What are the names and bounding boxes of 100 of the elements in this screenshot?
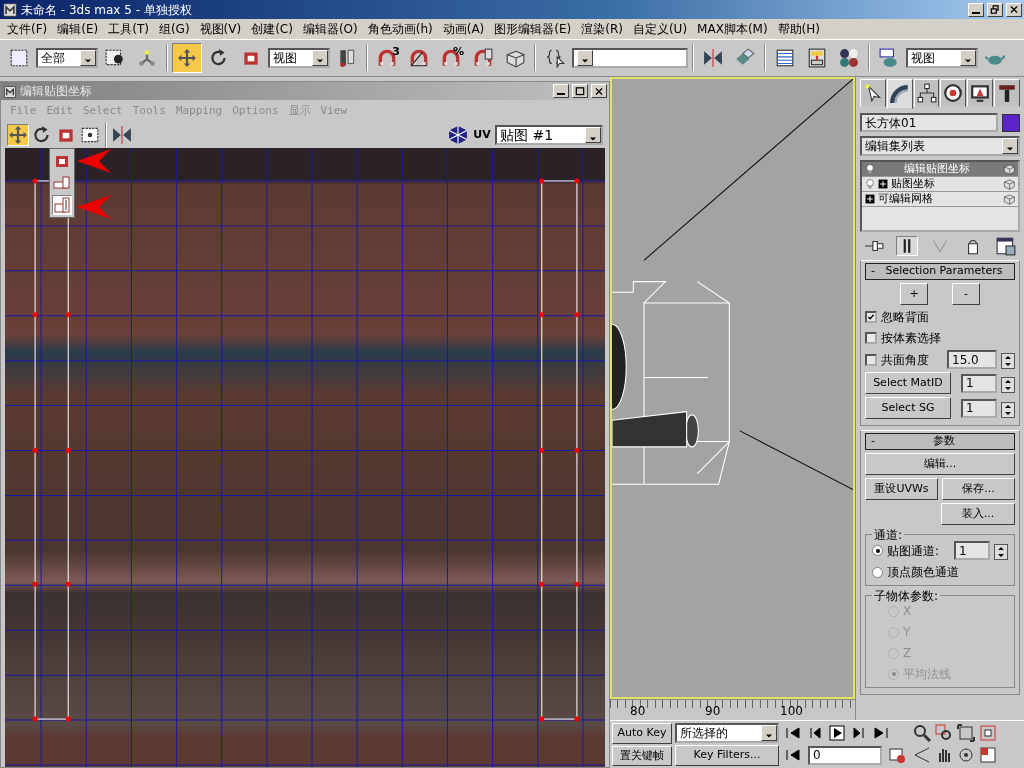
play-button[interactable] — [826, 723, 848, 743]
menu-item[interactable]: 动画(A) — [437, 20, 490, 38]
mirror-button[interactable] — [111, 124, 133, 146]
menu-item[interactable]: 文件(F) — [2, 20, 53, 38]
create-tab[interactable] — [860, 79, 886, 107]
maximize-viewport-button[interactable] — [977, 745, 999, 765]
menu-item[interactable]: 自定义(U) — [627, 20, 693, 38]
rollout-header[interactable]: - Selection Parameters — [865, 263, 1015, 280]
menu-item[interactable]: 编辑(E) — [52, 20, 104, 38]
reset-button[interactable]: 重设UVWs — [865, 478, 938, 500]
snap-button[interactable]: 3 — [372, 43, 402, 73]
hierarchy-tab[interactable] — [913, 79, 940, 107]
dropdown[interactable] — [572, 48, 688, 68]
snap-button[interactable]: % — [436, 43, 466, 73]
orbit-icon — [957, 746, 975, 764]
spinner-field[interactable]: 1 — [961, 373, 997, 393]
minimize-button[interactable] — [553, 84, 569, 98]
display-icon — [970, 83, 991, 103]
checkbox[interactable] — [865, 311, 877, 323]
motion-tab[interactable] — [940, 79, 967, 107]
minimize-icon — [972, 11, 980, 14]
grow-button[interactable]: + — [900, 283, 928, 305]
stack-item[interactable]: 可编辑网格 — [862, 192, 1018, 207]
select-button[interactable]: Select MatID — [865, 372, 951, 394]
scale-v-button[interactable] — [52, 195, 72, 215]
edit-button[interactable]: 编辑... — [865, 453, 1015, 475]
maximize-button[interactable] — [572, 84, 588, 98]
checker-button[interactable] — [447, 124, 469, 146]
selection-set-dropdown[interactable]: 所选择的 — [675, 723, 779, 743]
selection-outline[interactable] — [32, 178, 71, 722]
key-filters-button[interactable]: Key Filters... — [675, 745, 779, 766]
menu-item[interactable]: MAX脚本(M) — [692, 20, 773, 38]
auto-key-button[interactable]: Auto Key — [612, 723, 672, 744]
menu-item[interactable]: 图形编辑器(E) — [489, 20, 577, 38]
utilities-icon — [997, 83, 1018, 103]
dropdown[interactable]: 视图 — [268, 48, 330, 68]
name-field[interactable]: 长方体01 — [860, 113, 998, 132]
utilities-tab[interactable] — [994, 79, 1020, 107]
schematic-icon — [807, 48, 827, 68]
spinner-arrows[interactable] — [1001, 400, 1015, 416]
ruler-label: 100 — [780, 703, 804, 720]
radio-button[interactable] — [872, 566, 883, 578]
uv-button[interactable]: UV — [471, 124, 493, 146]
menu-item[interactable]: 角色动画(h) — [362, 20, 438, 38]
select-object-icon — [105, 48, 125, 68]
stack-item[interactable]: 编辑贴图坐标 — [862, 162, 1018, 177]
spinner-arrows[interactable] — [1001, 351, 1015, 368]
minimize-button[interactable] — [968, 2, 984, 17]
restore-button[interactable] — [987, 2, 1003, 17]
mirror-icon — [112, 125, 132, 145]
zoom-button[interactable] — [911, 723, 933, 743]
close-button[interactable] — [1006, 2, 1022, 17]
move-button[interactable] — [172, 43, 202, 73]
menu-item[interactable]: 创建(C) — [246, 20, 298, 38]
checkbox[interactable] — [865, 332, 877, 344]
modifier-list-dropdown[interactable]: 编辑集列表 — [860, 136, 1020, 156]
rollout-title: Selection Parameters — [884, 263, 1004, 280]
spinner-arrows[interactable] — [994, 542, 1008, 559]
spinner-field[interactable]: 1 — [954, 541, 990, 560]
dropdown[interactable]: 全部 — [36, 48, 98, 68]
hierarchy-icon — [916, 83, 937, 103]
save-button[interactable]: 保存... — [942, 478, 1015, 500]
spinner-arrows[interactable] — [1001, 375, 1015, 391]
pointer-arrow-icon — [77, 194, 111, 220]
map-dropdown[interactable]: 贴图 #1 — [495, 125, 603, 145]
collapse-label: - — [871, 433, 875, 450]
menu-item[interactable]: 帮助(H) — [772, 20, 825, 38]
menu-item[interactable]: 工具(T) — [103, 20, 154, 38]
rollout-header[interactable]: - 参数 — [865, 433, 1015, 450]
shrink-button[interactable]: - — [952, 283, 980, 305]
modify-tab[interactable] — [886, 79, 913, 109]
menu-item[interactable]: 渲染(R) — [576, 20, 628, 38]
move-button[interactable] — [7, 124, 29, 146]
checkbox[interactable] — [865, 353, 877, 366]
dropdown[interactable]: 视图 — [906, 48, 978, 68]
window-title: 未命名 - 3ds max 5 - 单独授权 — [21, 1, 192, 19]
spinner-field[interactable]: 15.0 — [947, 350, 997, 369]
select-button[interactable]: Select SG — [865, 397, 951, 419]
configure-icon — [995, 236, 1016, 256]
selection-outline[interactable] — [539, 178, 580, 722]
load-button[interactable]: 装入... — [941, 503, 1015, 525]
menu-item[interactable]: 编辑器(O) — [297, 20, 363, 38]
checkbox-label: 忽略背面 — [881, 309, 929, 326]
zoom-extents-button[interactable] — [955, 723, 977, 743]
time-config-button[interactable] — [886, 745, 908, 765]
wireframe-drawing[interactable] — [612, 79, 853, 491]
stack-item[interactable]: 贴图坐标 — [862, 177, 1018, 192]
spinner-field[interactable]: 1 — [961, 398, 997, 418]
color-swatch[interactable] — [1002, 113, 1020, 132]
menu-item[interactable]: 视图(V) — [194, 20, 247, 38]
radio-button[interactable] — [872, 545, 883, 556]
show-end-button[interactable] — [896, 236, 919, 256]
menu-item[interactable]: 组(G) — [153, 20, 195, 38]
display-tab[interactable] — [967, 79, 994, 107]
frame-field[interactable]: 0 — [808, 745, 882, 765]
zoom-extents-all-button[interactable] — [977, 723, 999, 743]
set-key-button[interactable]: 置关键帧 — [612, 745, 672, 766]
configure-button[interactable] — [994, 236, 1017, 256]
viewport[interactable] — [610, 77, 855, 700]
close-button[interactable] — [591, 84, 607, 98]
